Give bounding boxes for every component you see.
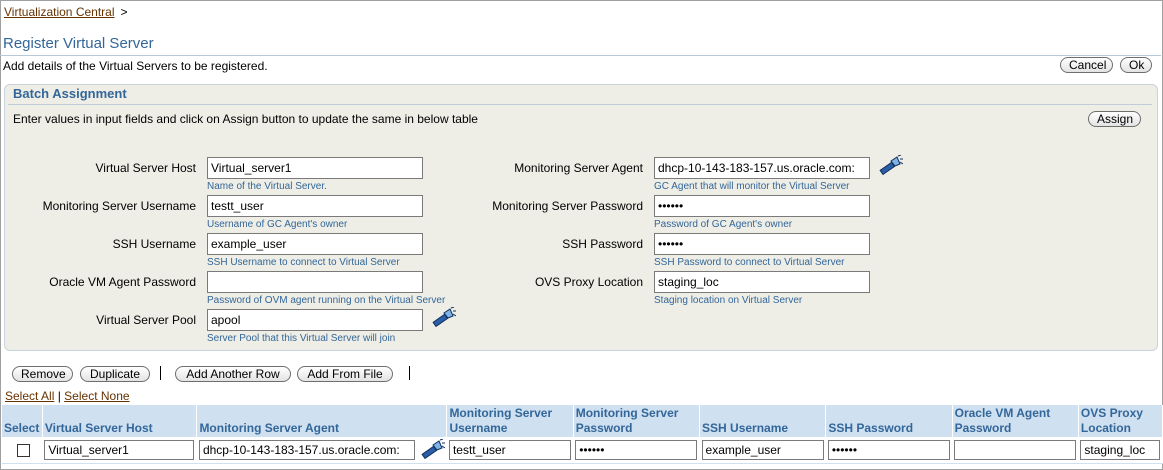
table-header-row: Select Virtual Server Host Monitoring Se… (2, 405, 1163, 437)
ssh-username-hint: SSH Username to connect to Virtual Serve… (207, 257, 400, 268)
selection-links: Select All | Select None (5, 389, 130, 403)
batch-instructions: Enter values in input fields and click o… (13, 112, 478, 126)
breadcrumb-link[interactable]: Virtualization Central (4, 5, 115, 19)
table-cell: Virtual_server1 (42, 437, 197, 464)
add-from-file-button[interactable]: Add From File (297, 366, 393, 382)
table-cell: •••••• (825, 437, 953, 464)
ssh-password-label: SSH Password (562, 237, 643, 251)
virtual-server-host-hint: Name of the Virtual Server. (207, 181, 327, 192)
ovs-proxy-hint: Staging location on Virtual Server (654, 295, 803, 306)
virtual-server-host-input[interactable]: Virtual_server1 (207, 157, 423, 179)
page-title: Register Virtual Server (3, 35, 154, 52)
virtual-servers-table: Select Virtual Server Host Monitoring Se… (2, 405, 1163, 464)
monitoring-agent-label: Monitoring Server Agent (514, 161, 643, 175)
batch-assignment-title: Batch Assignment (13, 86, 127, 101)
ovm-agent-password-input[interactable] (207, 271, 423, 293)
monitoring-username-label: Monitoring Server Username (42, 199, 196, 213)
row-monitoring-agent-input[interactable]: dhcp-10-143-183-157.us.oracle.com: (198, 440, 415, 460)
cancel-button[interactable]: Cancel (1060, 57, 1113, 73)
row-monitoring-password-input[interactable]: •••••• (575, 440, 698, 460)
duplicate-button[interactable]: Duplicate (80, 366, 150, 382)
virtual-server-pool-label: Virtual Server Pool (96, 313, 196, 327)
title-divider (0, 55, 1161, 56)
row-monitoring-username-input[interactable]: testt_user (448, 440, 571, 460)
flashlight-search-icon[interactable] (877, 155, 903, 177)
table-cell: dhcp-10-143-183-157.us.oracle.com: (196, 437, 447, 464)
ovm-agent-password-hint: Password of OVM agent running on the Vir… (207, 295, 446, 306)
column-header: OVS Proxy Location (1078, 405, 1163, 437)
page-description: Add details of the Virtual Servers to be… (3, 59, 268, 73)
virtual-server-pool-input[interactable]: apool (207, 309, 423, 331)
ssh-username-label: SSH Username (112, 237, 196, 251)
table-cell (952, 437, 1079, 464)
monitoring-password-label: Monitoring Server Password (492, 199, 643, 213)
table-row: Virtual_server1 dhcp-10-143-183-157.us.o… (2, 437, 1163, 464)
monitoring-agent-input[interactable]: dhcp-10-143-183-157.us.oracle.com: (654, 157, 870, 179)
selection-separator: | (57, 389, 61, 403)
row-ovm-agent-password-input[interactable] (954, 440, 1077, 460)
monitoring-password-hint: Password of GC Agent's owner (654, 219, 793, 230)
flashlight-search-icon[interactable] (419, 438, 446, 461)
add-another-row-button[interactable]: Add Another Row (175, 366, 291, 382)
table-cell: •••••• (573, 437, 700, 464)
breadcrumb-separator: > (120, 5, 128, 19)
table-cell: testt_user (446, 437, 574, 464)
monitoring-username-input[interactable]: testt_user (207, 195, 423, 217)
virtual-server-pool-hint: Server Pool that this Virtual Server wil… (207, 333, 396, 344)
ssh-password-hint: SSH Password to connect to Virtual Serve… (654, 257, 845, 268)
column-header: Monitoring Server Password (573, 405, 701, 437)
virtual-server-host-label: Virtual Server Host (95, 161, 196, 175)
select-all-link[interactable]: Select All (5, 389, 54, 403)
section-divider (8, 104, 1152, 105)
row-ovs-proxy-input[interactable]: staging_loc (1080, 440, 1161, 460)
assign-button[interactable]: Assign (1088, 111, 1141, 127)
ovm-agent-password-label: Oracle VM Agent Password (49, 275, 196, 289)
column-header: Select (2, 405, 43, 437)
table-cell: example_user (699, 437, 826, 464)
row-ssh-password-input[interactable]: •••••• (827, 440, 950, 460)
column-header: SSH Username (699, 405, 827, 437)
breadcrumb: Virtualization Central > (4, 5, 128, 19)
column-header: Virtual Server Host (42, 405, 198, 437)
monitoring-username-hint: Username of GC Agent's owner (207, 219, 348, 230)
ovs-proxy-label: OVS Proxy Location (534, 275, 643, 289)
monitoring-password-input[interactable]: •••••• (654, 195, 870, 217)
column-header: Oracle VM Agent Password (952, 405, 1079, 437)
monitoring-agent-hint: GC Agent that will monitor the Virtual S… (654, 181, 850, 192)
column-header: Monitoring Server Agent (196, 405, 448, 437)
row-virtual-server-host-input[interactable]: Virtual_server1 (44, 440, 195, 460)
ok-button[interactable]: Ok (1120, 57, 1152, 73)
table-cell: staging_loc (1078, 437, 1163, 464)
column-header: SSH Password (825, 405, 953, 437)
toolbar-separator (160, 366, 161, 380)
select-cell (2, 437, 43, 464)
row-ssh-username-input[interactable]: example_user (701, 440, 824, 460)
ssh-password-input[interactable]: •••••• (654, 233, 870, 255)
row-select-checkbox[interactable] (17, 444, 30, 458)
flashlight-search-icon[interactable] (430, 307, 456, 329)
ovs-proxy-input[interactable]: staging_loc (654, 271, 870, 293)
select-none-link[interactable]: Select None (64, 389, 129, 403)
toolbar-separator (409, 366, 410, 380)
remove-button[interactable]: Remove (12, 366, 73, 382)
column-header: Monitoring Server Username (446, 405, 574, 437)
ssh-username-input[interactable]: example_user (207, 233, 423, 255)
